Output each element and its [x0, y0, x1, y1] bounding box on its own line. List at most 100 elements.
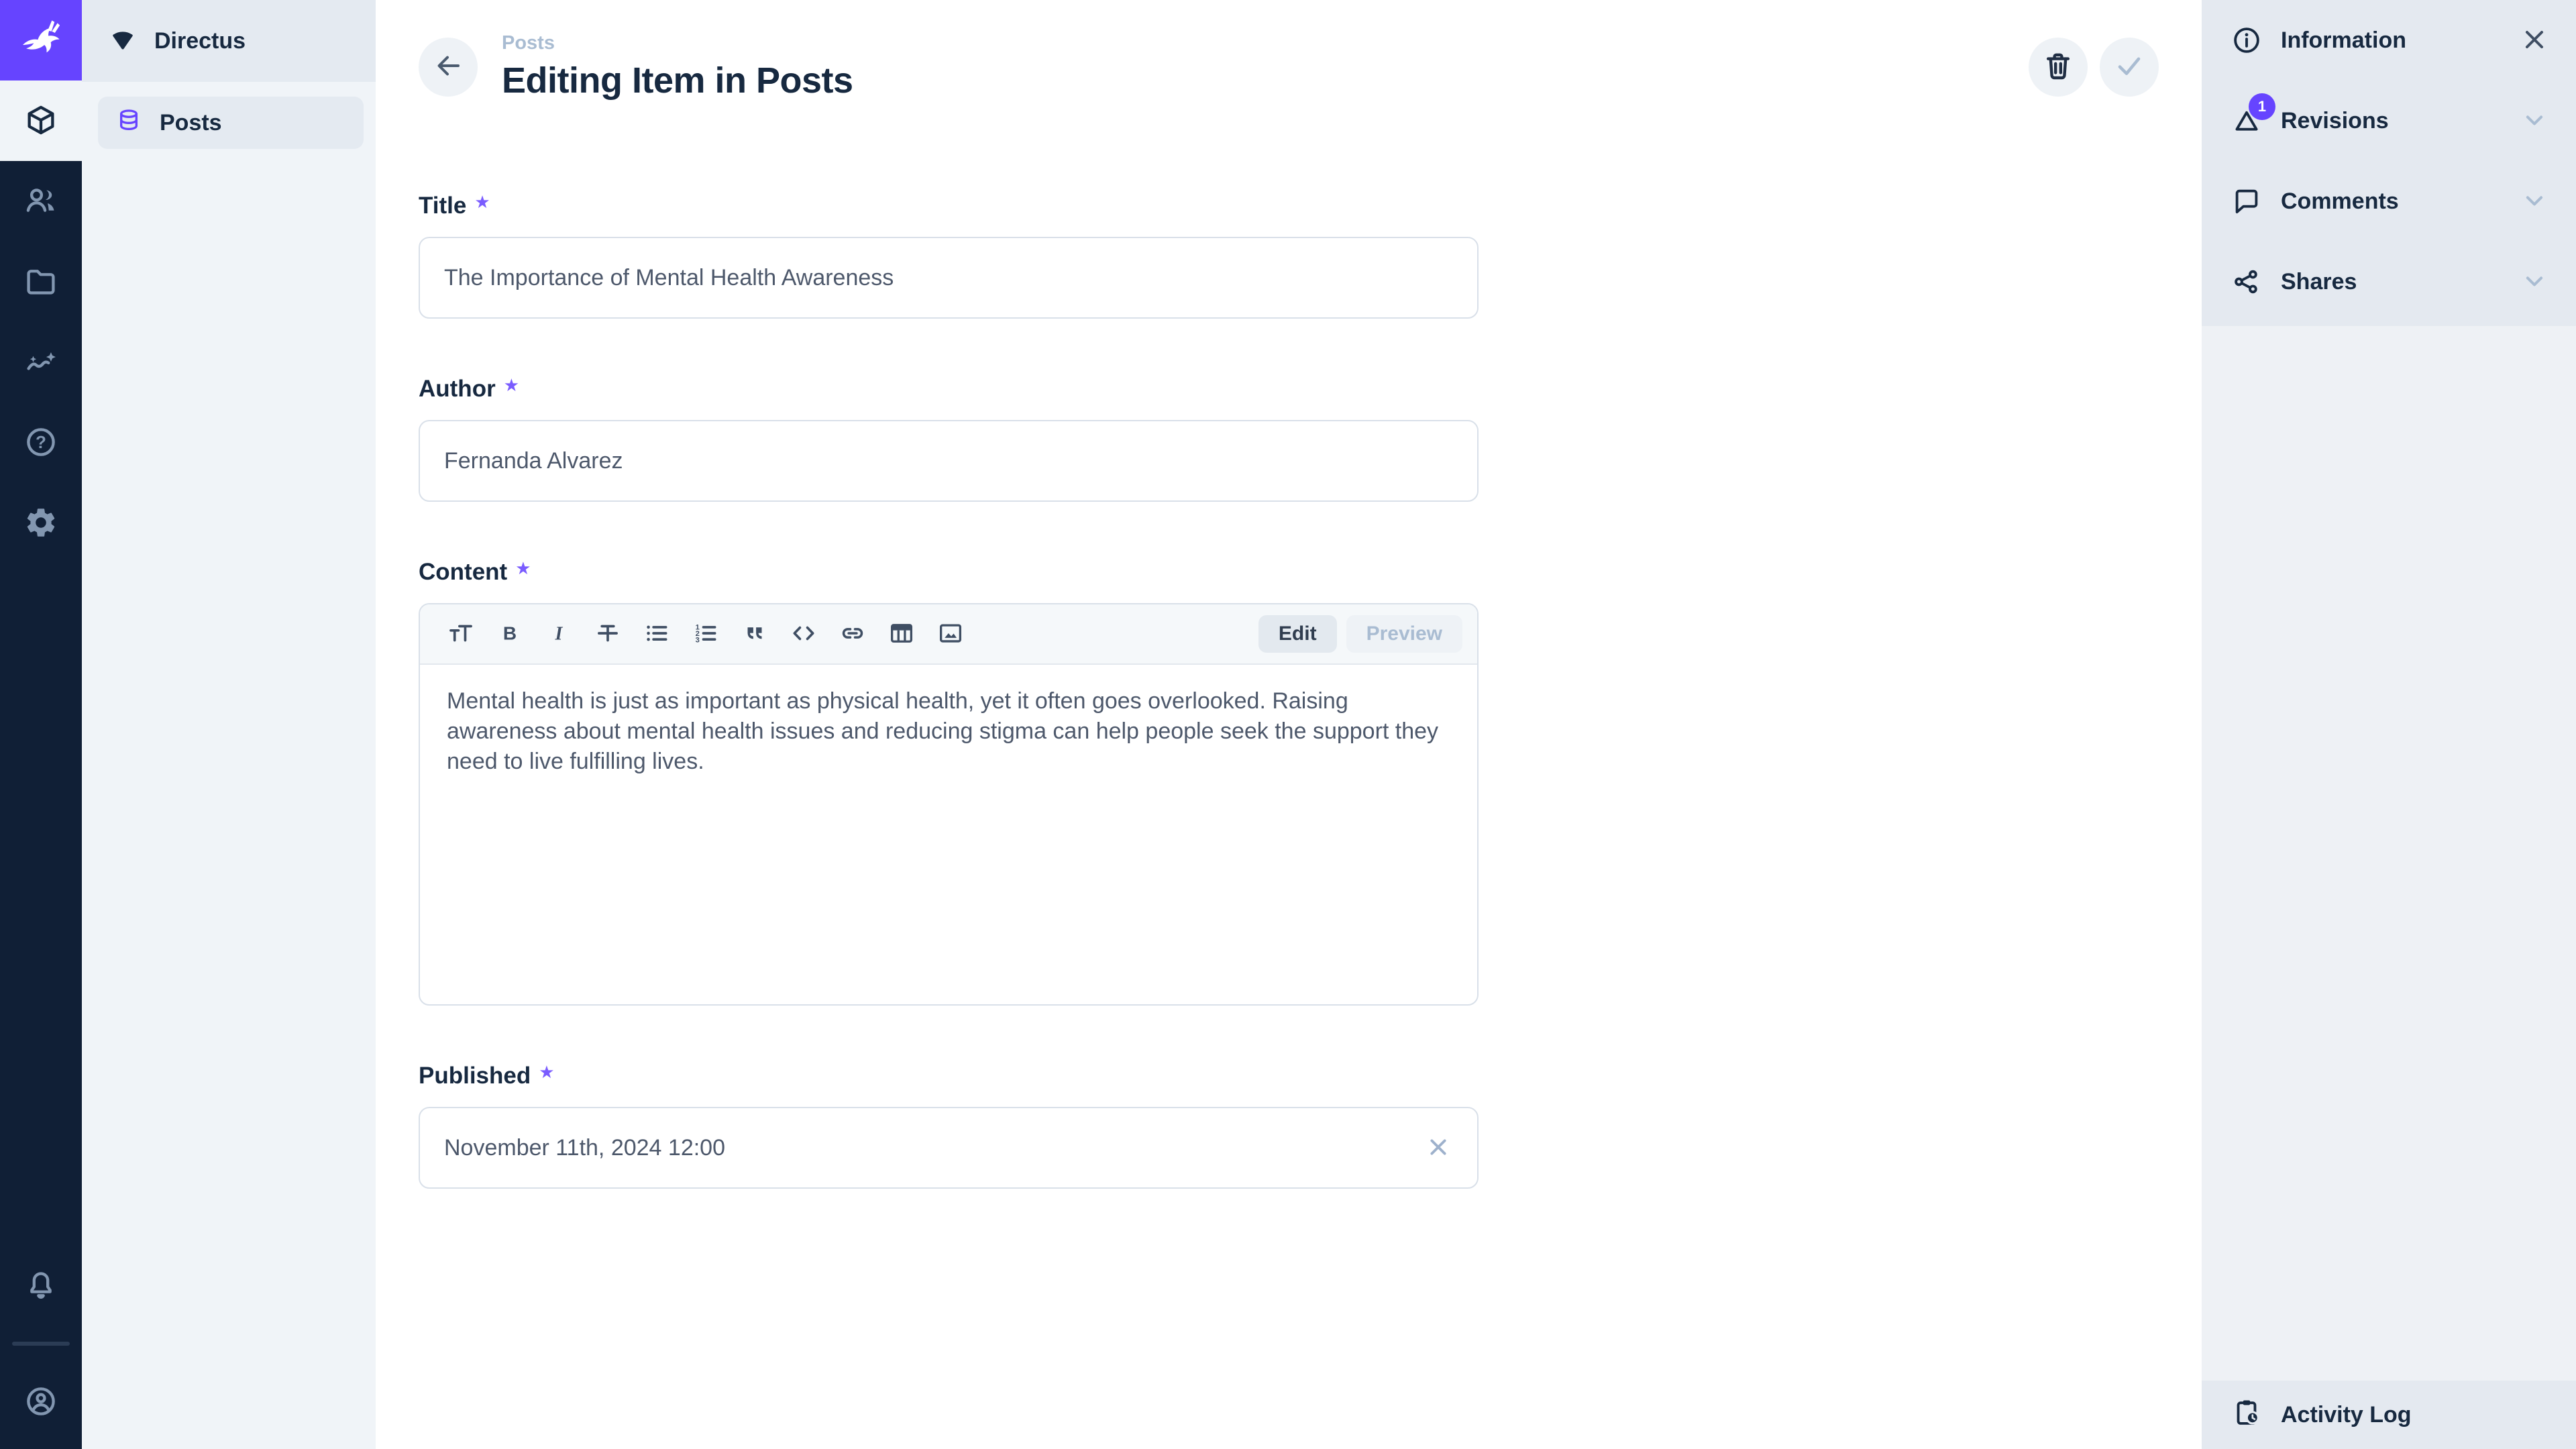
avatar-button[interactable]	[0, 1362, 82, 1442]
blockquote-button[interactable]	[730, 612, 779, 655]
sidebar-item-comments[interactable]: Comments	[2202, 161, 2576, 241]
editor-tab-preview[interactable]: Preview	[1346, 615, 1462, 653]
module-users-button[interactable]	[0, 161, 82, 241]
trash-icon	[2042, 50, 2074, 84]
strikethrough-button[interactable]	[583, 612, 632, 655]
nav-sidebar: Directus Posts	[82, 0, 376, 1449]
module-bar-divider	[12, 1342, 70, 1346]
image-icon	[936, 619, 965, 649]
numbered-list-button[interactable]: 1 2 3	[681, 612, 730, 655]
module-bar-bottom	[0, 1245, 82, 1449]
folder-icon	[23, 264, 58, 301]
image-button[interactable]	[926, 612, 975, 655]
back-button[interactable]	[419, 38, 478, 97]
breadcrumb[interactable]: Posts	[502, 32, 853, 54]
rabbit-icon	[17, 15, 65, 66]
activity-log-icon	[2231, 1397, 2262, 1434]
header-actions	[2029, 38, 2159, 97]
svg-text:3: 3	[695, 636, 699, 644]
editor-tab-edit[interactable]: Edit	[1258, 615, 1337, 653]
required-star-icon: ★	[474, 192, 490, 212]
page-header: Posts Editing Item in Posts	[419, 32, 2202, 101]
sidebar-item-label: Information	[2281, 28, 2406, 54]
sidebar-spacer	[2202, 326, 2576, 1381]
strikethrough-icon	[594, 619, 622, 649]
author-input-value: Fernanda Alvarez	[444, 448, 623, 474]
title-input-value: The Importance of Mental Health Awarenes…	[444, 265, 894, 291]
author-input[interactable]: Fernanda Alvarez	[419, 420, 1479, 502]
italic-button[interactable]: I	[534, 612, 583, 655]
bell-icon	[23, 1267, 58, 1304]
sidebar-item-information[interactable]: Information	[2202, 0, 2576, 80]
check-icon	[2113, 50, 2145, 84]
expand-comments-button[interactable]	[2520, 186, 2549, 216]
chevron-down-icon	[2520, 266, 2549, 298]
users-icon	[23, 183, 58, 220]
title-block: Posts Editing Item in Posts	[502, 32, 853, 101]
content-textarea[interactable]: Mental health is just as important as ph…	[420, 665, 1477, 1004]
clear-date-button[interactable]	[1424, 1133, 1453, 1163]
arrow-left-icon	[432, 50, 464, 84]
module-files-button[interactable]	[0, 241, 82, 322]
field-content: Content★	[419, 558, 1479, 1006]
sidebar-item-shares[interactable]: Shares	[2202, 241, 2576, 322]
sidebar-item-revisions[interactable]: 1 Revisions	[2202, 80, 2576, 161]
link-button[interactable]	[828, 612, 877, 655]
project-chooser[interactable]: Directus	[82, 0, 376, 82]
bullet-list-button[interactable]	[632, 612, 681, 655]
table-button[interactable]	[877, 612, 926, 655]
close-sidebar-button[interactable]	[2520, 25, 2549, 55]
activity-log-label: Activity Log	[2281, 1402, 2412, 1428]
close-icon	[1424, 1133, 1452, 1163]
heading-button[interactable]	[436, 612, 485, 655]
field-title-label: Title★	[419, 192, 1479, 219]
insights-icon	[23, 344, 58, 381]
gear-icon	[23, 505, 58, 542]
required-star-icon: ★	[539, 1062, 554, 1082]
user-circle-icon	[23, 1384, 58, 1421]
field-content-label: Content★	[419, 558, 1479, 586]
directus-rabbit-logo[interactable]	[0, 0, 82, 80]
module-content-button[interactable]	[0, 80, 82, 161]
published-input[interactable]: November 11th, 2024 12:00	[419, 1107, 1479, 1189]
bullet-list-icon	[643, 619, 671, 649]
published-input-value: November 11th, 2024 12:00	[444, 1135, 725, 1161]
chevron-down-icon	[2520, 186, 2549, 217]
database-icon	[115, 107, 142, 140]
notifications-button[interactable]	[0, 1245, 82, 1326]
activity-log-button[interactable]: Activity Log	[2202, 1381, 2576, 1449]
module-insights-button[interactable]	[0, 322, 82, 402]
code-icon	[790, 619, 818, 649]
title-input[interactable]: The Importance of Mental Health Awarenes…	[419, 237, 1479, 319]
markdown-editor: B I	[419, 603, 1479, 1006]
editor-toolbar: B I	[420, 604, 1477, 665]
project-name: Directus	[154, 28, 246, 54]
module-docs-button[interactable]: ?	[0, 402, 82, 483]
module-settings-button[interactable]	[0, 483, 82, 564]
save-button[interactable]	[2100, 38, 2159, 97]
field-title: Title★ The Importance of Mental Health A…	[419, 192, 1479, 319]
page-title: Editing Item in Posts	[502, 60, 853, 101]
svg-text:B: B	[502, 623, 516, 643]
required-star-icon: ★	[504, 375, 519, 395]
expand-revisions-button[interactable]	[2520, 106, 2549, 136]
expand-shares-button[interactable]	[2520, 267, 2549, 297]
delete-button[interactable]	[2029, 38, 2088, 97]
sidebar-item-label: Shares	[2281, 269, 2357, 295]
nav-item-posts[interactable]: Posts	[98, 97, 364, 149]
code-button[interactable]	[779, 612, 828, 655]
main-content: Posts Editing Item in Posts	[376, 0, 2202, 1449]
close-icon	[2520, 25, 2549, 56]
required-star-icon: ★	[515, 558, 531, 578]
sidebar-sections: Information 1 Revisions	[2202, 0, 2576, 326]
svg-text:?: ?	[36, 432, 46, 452]
info-icon	[2231, 25, 2262, 56]
field-author: Author★ Fernanda Alvarez	[419, 375, 1479, 502]
numbered-list-icon: 1 2 3	[692, 619, 720, 649]
cube-icon	[23, 103, 58, 140]
nav-item-label: Posts	[160, 110, 222, 136]
module-bar: ?	[0, 0, 82, 1449]
bold-button[interactable]: B	[485, 612, 534, 655]
svg-text:I: I	[554, 623, 563, 644]
field-published: Published★ November 11th, 2024 12:00	[419, 1062, 1479, 1189]
